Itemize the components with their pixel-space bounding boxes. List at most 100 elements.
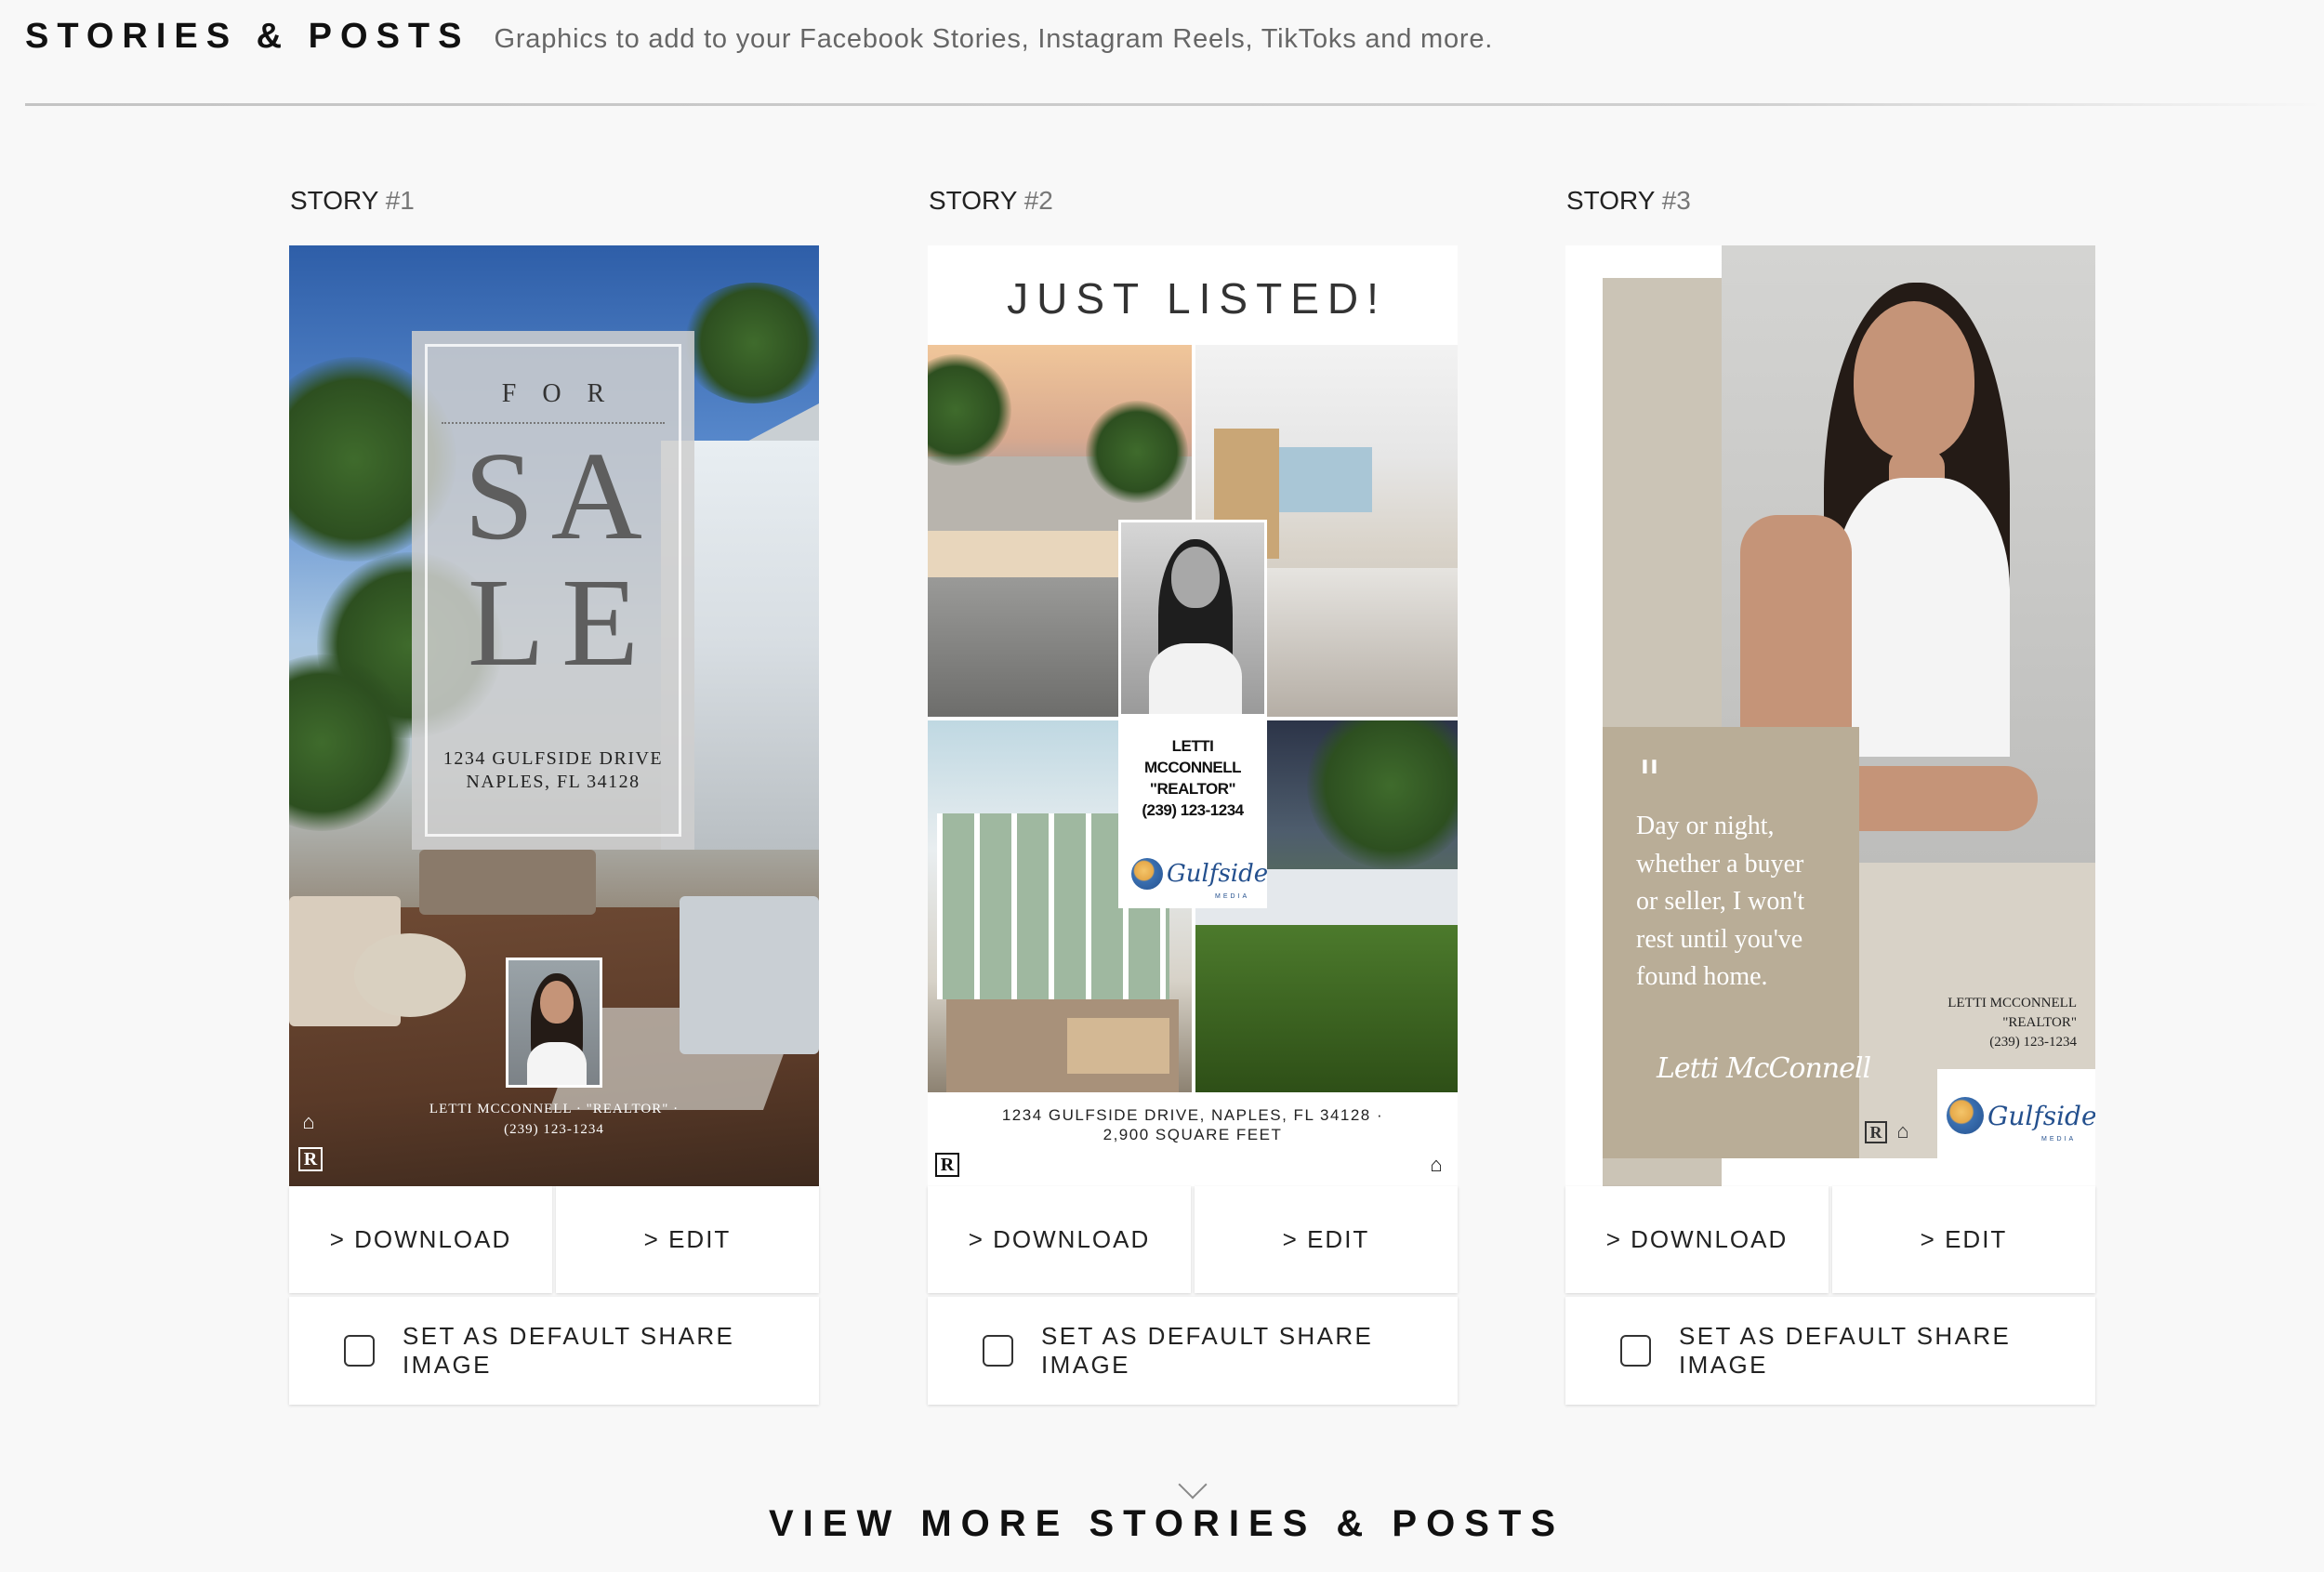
- story-1: STORY #1 FOR SA LE 1234 GULFSIDE DRIVE N…: [289, 182, 819, 1405]
- story-2-actions: > DOWNLOAD > EDIT: [928, 1186, 1458, 1293]
- listing-size: 2,900 SQUARE FEET: [1103, 1126, 1283, 1143]
- agent-last-name: MCCONNELL: [1143, 759, 1242, 776]
- agent-top: [1833, 478, 2010, 757]
- story-label: STORY #3: [1566, 182, 2095, 219]
- agent-first-name: LETTI: [1171, 737, 1214, 755]
- story-3: STORY #3 " Day or night, whether a buyer…: [1565, 182, 2095, 1405]
- palm-tree: [680, 283, 819, 403]
- agent-info: LETTI MCCONNELL "REALTOR" (239) 123-1234: [1859, 994, 2077, 1052]
- logo-text: Gulfside: [1987, 1100, 2095, 1131]
- agent-phone: (239) 123-1234: [1989, 1035, 2077, 1050]
- story-1-preview: FOR SA LE 1234 GULFSIDE DRIVE NAPLES, FL…: [289, 245, 819, 1186]
- section-subtitle: Graphics to add to your Facebook Stories…: [494, 24, 1494, 54]
- agent-quote: Day or night, whether a buyer or seller,…: [1636, 812, 1805, 991]
- address-line-1: 1234 GULFSIDE DRIVE: [442, 748, 664, 769]
- realtor-icon: R: [935, 1153, 959, 1177]
- quote-mark: ": [1638, 750, 1661, 809]
- set-default-label: SET AS DEFAULT SHARE IMAGE: [1041, 1322, 1374, 1379]
- story-3-actions: > DOWNLOAD > EDIT: [1565, 1186, 2095, 1293]
- story-label: STORY #1: [290, 182, 819, 219]
- sale-line-1: SA: [464, 427, 659, 566]
- chevron-down-icon[interactable]: [1178, 1470, 1208, 1499]
- patio-chair: [680, 896, 819, 1054]
- story-2: STORY #2 JUST LISTED! LETTI MCCONNELL "R…: [928, 182, 1458, 1405]
- agent-photo: [1118, 520, 1267, 717]
- set-default-share-toggle[interactable]: SET AS DEFAULT SHARE IMAGE: [1565, 1297, 2095, 1405]
- palm-tree: [928, 354, 1011, 466]
- logo-sub: MEDIA: [2041, 1136, 2077, 1143]
- download-button[interactable]: > DOWNLOAD: [289, 1186, 552, 1293]
- sale-line-2: LE: [467, 553, 656, 693]
- agent-signature: Letti McConnell: [1657, 1052, 1871, 1085]
- gulfside-logo: Gulfside: [1947, 1097, 2095, 1134]
- story-1-actions: > DOWNLOAD > EDIT: [289, 1186, 819, 1293]
- agent-top: [527, 1042, 587, 1085]
- logo-text: Gulfside: [1167, 860, 1269, 888]
- set-default-share-toggle[interactable]: SET AS DEFAULT SHARE IMAGE: [928, 1297, 1458, 1405]
- agent-title: "REALTOR": [1149, 780, 1236, 798]
- story-label-prefix: STORY: [290, 186, 378, 215]
- pouf: [354, 933, 466, 1017]
- agent-name-line: LETTI MCCONNELL · "REALTOR" ·: [429, 1102, 680, 1116]
- agent-info: LETTI MCCONNELL · "REALTOR" · (239) 123-…: [289, 1099, 819, 1140]
- edit-button[interactable]: > EDIT: [1195, 1186, 1458, 1293]
- equal-housing-icon: ⌂: [1430, 1153, 1443, 1176]
- wall-art: [1279, 447, 1372, 512]
- story-label-number: #1: [385, 186, 415, 215]
- agent-name: LETTI MCCONNELL: [1948, 996, 2077, 1011]
- set-default-label: SET AS DEFAULT SHARE IMAGE: [403, 1322, 735, 1379]
- lawn: [1195, 925, 1458, 1092]
- story-label-prefix: STORY: [929, 186, 1017, 215]
- gulfside-logo-icon: [1947, 1097, 1984, 1134]
- for-text: FOR: [501, 379, 631, 408]
- palm-tree: [1307, 720, 1458, 869]
- equal-housing-icon: ⌂: [1896, 1119, 1909, 1143]
- story-label: STORY #2: [929, 182, 1458, 219]
- story-label-number: #2: [1023, 186, 1053, 215]
- agent-face: [540, 981, 574, 1024]
- checkbox-icon[interactable]: [344, 1335, 376, 1367]
- section-header: STORIES & POSTS Graphics to add to your …: [25, 17, 1493, 73]
- section-title: STORIES & POSTS: [25, 17, 470, 56]
- checkbox-icon[interactable]: [1620, 1335, 1652, 1367]
- view-more-link[interactable]: VIEW MORE STORIES & POSTS: [0, 1503, 2324, 1545]
- checkbox-icon[interactable]: [983, 1335, 1014, 1367]
- agent-phone: (239) 123-1234: [504, 1122, 604, 1137]
- realtor-icon: R: [1865, 1121, 1887, 1143]
- agent-card: LETTI MCCONNELL "REALTOR" (239) 123-1234…: [1118, 720, 1269, 908]
- palm-tree: [1086, 401, 1188, 503]
- agent-face: [1854, 301, 1974, 459]
- logo-sub: MEDIA: [1215, 893, 1250, 900]
- gulfside-logo-box: Gulfside MEDIA: [1937, 1069, 2095, 1158]
- header-divider: [25, 103, 2324, 106]
- listing-details: 1234 GULFSIDE DRIVE, NAPLES, FL 34128 · …: [928, 1105, 1458, 1144]
- address-line-2: NAPLES, FL 34128: [466, 772, 640, 792]
- gulfside-logo-icon: [1131, 858, 1163, 890]
- story-label-number: #3: [1661, 186, 1691, 215]
- agent-top: [1149, 643, 1242, 714]
- agent-title: "REALTOR": [2002, 1015, 2077, 1030]
- agent-info: LETTI MCCONNELL "REALTOR" (239) 123-1234: [1118, 735, 1267, 821]
- story-label-prefix: STORY: [1566, 186, 1655, 215]
- sale-text: SA LE: [412, 433, 694, 686]
- listing-address: 1234 GULFSIDE DRIVE NAPLES, FL 34128: [412, 747, 694, 794]
- edit-button[interactable]: > EDIT: [556, 1186, 819, 1293]
- equal-housing-icon: ⌂: [302, 1110, 315, 1133]
- story-3-preview: " Day or night, whether a buyer or selle…: [1565, 245, 2095, 1186]
- story-2-preview: JUST LISTED! LETTI MCCONNELL "REALTOR" (…: [928, 245, 1458, 1186]
- coffee-table: [1067, 1018, 1169, 1074]
- fire-table: [419, 850, 596, 915]
- set-default-label: SET AS DEFAULT SHARE IMAGE: [1679, 1322, 2012, 1379]
- agent-phone: (239) 123-1234: [1142, 801, 1244, 819]
- dotted-divider: [442, 422, 665, 424]
- set-default-share-toggle[interactable]: SET AS DEFAULT SHARE IMAGE: [289, 1297, 819, 1405]
- agent-photo: [506, 958, 602, 1088]
- just-listed-title: JUST LISTED!: [1007, 274, 1387, 323]
- download-button[interactable]: > DOWNLOAD: [928, 1186, 1191, 1293]
- download-button[interactable]: > DOWNLOAD: [1565, 1186, 1829, 1293]
- agent-face: [1171, 547, 1220, 608]
- for-sale-panel: FOR SA LE 1234 GULFSIDE DRIVE NAPLES, FL…: [412, 331, 694, 850]
- realtor-icon: R: [298, 1147, 323, 1171]
- edit-button[interactable]: > EDIT: [1832, 1186, 2095, 1293]
- listing-address: 1234 GULFSIDE DRIVE, NAPLES, FL 34128 ·: [1001, 1106, 1384, 1124]
